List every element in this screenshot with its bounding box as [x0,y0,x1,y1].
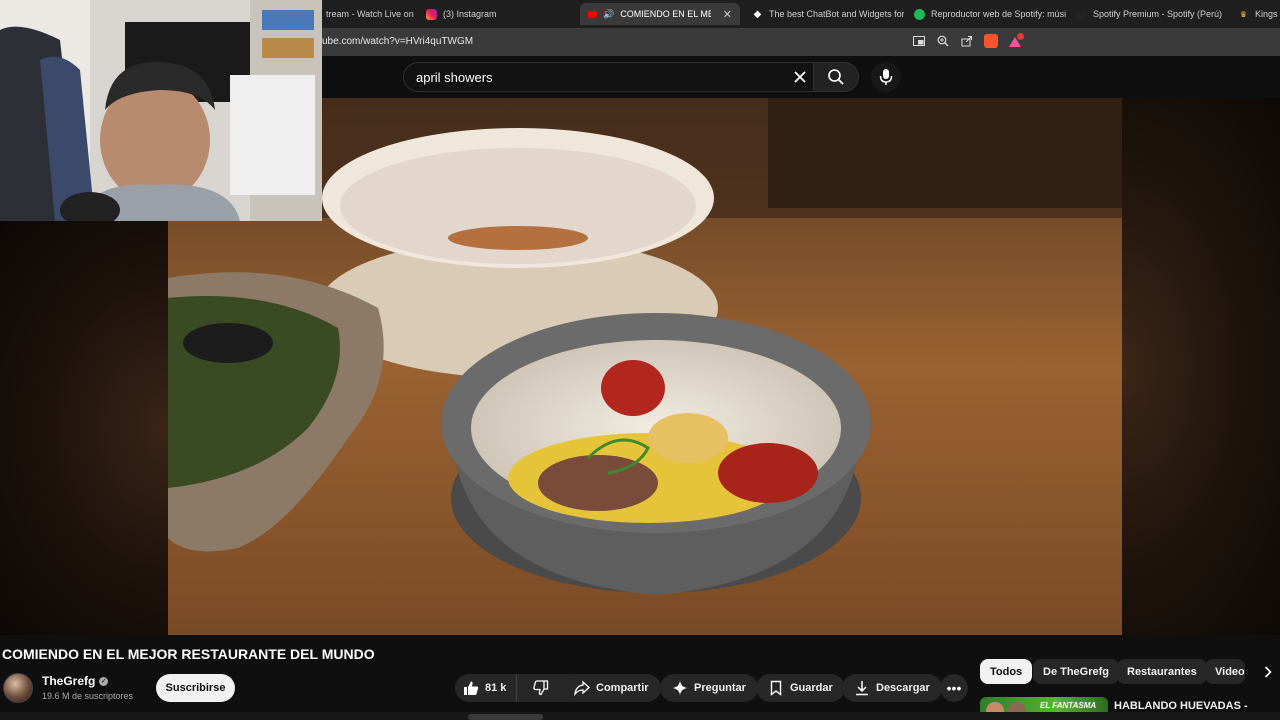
save-label: Guardar [790,682,833,694]
clear-search-icon[interactable] [791,68,809,86]
download-label: Descargar [876,682,930,694]
chip-videos[interactable]: Videos [1205,659,1245,684]
close-tab-icon[interactable]: ✕ [723,8,732,21]
tab-chatbot[interactable]: ◆ The best ChatBot and Widgets for [744,3,904,25]
search-icon [828,69,844,85]
chevron-right-icon[interactable] [1260,663,1276,681]
thumbs-up-icon [464,681,479,695]
toolbar-icons [912,33,1024,48]
ambient-glow-left [0,221,168,635]
tab-label: Reproductor web de Spotify: músi [931,9,1066,19]
share-label: Compartir [596,682,649,694]
tab-spotify-premium[interactable]: Spotify Premium - Spotify (Perú) [1068,3,1228,25]
brave-shields-icon[interactable] [984,34,998,48]
search-input[interactable]: april showers [403,62,819,92]
tab-youtube-active[interactable]: 🔊 COMIENDO EN EL MEJOR R ✕ [580,3,740,25]
tab-twitch[interactable]: tream - Watch Live on [318,3,418,25]
tab-label: (3) Instagram [443,9,497,19]
webcam-feed-image [0,0,322,221]
instagram-icon [426,8,437,20]
ask-button[interactable]: Preguntar [660,674,758,702]
search-query: april showers [416,70,493,85]
download-button[interactable]: Descargar [842,674,942,702]
zoom-icon[interactable] [936,34,950,48]
tab-label: The best ChatBot and Widgets for [769,9,904,19]
save-button[interactable]: Guardar [756,674,845,702]
microphone-icon [879,69,893,85]
thumbs-down-icon [533,680,549,696]
ask-label: Preguntar [694,682,746,694]
bookmark-icon [770,680,782,696]
search-button[interactable] [813,62,859,92]
tab-label: tream - Watch Live on [326,9,414,19]
channel-avatar[interactable] [3,673,33,703]
crown-icon: ♛ [1239,9,1248,19]
chip-restaurants[interactable]: Restaurantes [1117,659,1207,684]
chip-all[interactable]: Todos [980,659,1033,684]
spotify-icon [914,8,925,20]
dislike-button[interactable] [523,674,559,702]
subscribe-button[interactable]: Suscribirse [156,674,235,702]
channel-name: TheGrefg [42,674,96,688]
tab-spotify-player[interactable]: Reproductor web de Spotify: músi [906,3,1066,25]
tab-label: Kings V [1255,9,1280,19]
address-bar[interactable]: ube.com/watch?v=HVri4quTWGM [322,36,473,47]
chip-from-channel[interactable]: De TheGrefg [1033,659,1120,684]
voice-search-button[interactable] [871,62,901,92]
tab-label: COMIENDO EN EL MEJOR R [620,9,711,19]
more-actions-button[interactable]: ••• [940,674,968,702]
streamelements-icon: ◆ [753,8,762,20]
ambient-glow-right [1122,98,1280,635]
spotify-icon [1076,8,1087,20]
like-button[interactable]: 81 k [455,674,518,702]
share-icon[interactable] [960,34,974,48]
subscriber-count: 19.6 M de suscriptores [42,691,134,701]
thumbnail-text: EL FANTASMA [1040,701,1097,710]
share-arrow-icon [574,680,590,696]
webcam-overlay [0,0,322,221]
tab-kings[interactable]: ♛ Kings V [1230,3,1280,25]
horizontal-scrollbar[interactable] [468,714,543,720]
channel-name-link[interactable]: TheGrefg ✓ [42,674,109,688]
like-count: 81 k [485,682,507,694]
speaker-icon: 🔊 [603,8,615,19]
verified-badge-icon: ✓ [99,676,109,686]
more-horizontal-icon: ••• [946,680,962,696]
tab-instagram[interactable]: (3) Instagram [418,3,578,25]
tab-label: Spotify Premium - Spotify (Perú) [1093,9,1223,19]
video-title: COMIENDO EN EL MEJOR RESTAURANTE DEL MUN… [2,646,375,662]
picture-in-picture-icon[interactable] [912,34,926,48]
sparkle-icon [673,681,687,695]
page-bottom-strip [0,712,1280,720]
youtube-icon [588,10,597,18]
share-button[interactable]: Compartir [562,674,661,702]
download-icon [856,681,868,696]
brave-rewards-icon[interactable] [1008,33,1024,48]
